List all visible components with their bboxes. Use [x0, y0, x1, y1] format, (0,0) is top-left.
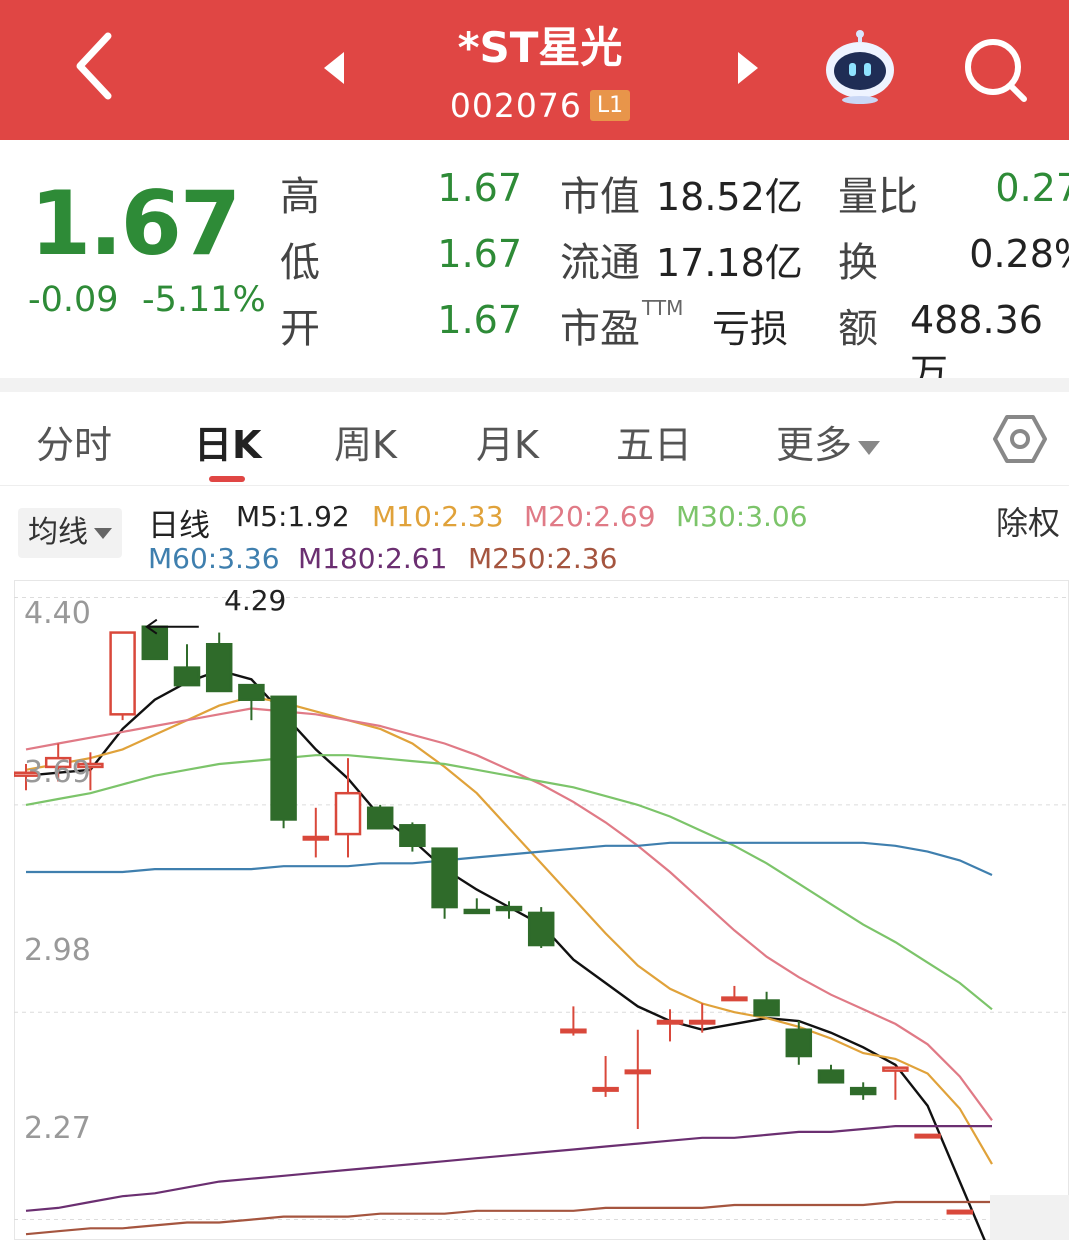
section-divider: [0, 378, 1069, 392]
candle-body: [817, 1069, 845, 1084]
candle-body: [334, 791, 362, 836]
pe-ttm-suffix: TTM: [642, 296, 684, 320]
candle-body: [946, 1209, 974, 1215]
candle-body: [914, 1133, 941, 1139]
open-value: 1.67: [437, 298, 522, 342]
candle-body: [656, 1019, 684, 1025]
candle-body: [560, 1028, 587, 1034]
high-value: 1.67: [437, 166, 522, 210]
candle-body: [527, 911, 555, 947]
ma-legend-m60: M60:3.36: [148, 542, 280, 575]
candle-body: [302, 835, 330, 841]
volume-ratio-label: 量比: [838, 174, 918, 220]
last-price: 1.67: [30, 172, 241, 275]
turnover-value: 0.28%: [969, 232, 1069, 276]
tab-five-day[interactable]: 五日: [616, 414, 692, 469]
y-tick-label: 3.69: [24, 755, 91, 790]
float-cap-label: 流通: [560, 240, 640, 286]
candle-body: [173, 666, 201, 687]
candle-body: [366, 806, 394, 830]
candle-body: [882, 1066, 909, 1072]
adjustment-toggle[interactable]: 除权: [996, 498, 1060, 544]
ma-dropdown[interactable]: 均线: [18, 508, 122, 558]
candle-body: [849, 1086, 877, 1096]
app-header: *ST星光 002076 L1: [0, 0, 1069, 140]
tab-weekly-k[interactable]: 周K: [334, 414, 397, 469]
candle-body: [592, 1086, 619, 1092]
tab-monthly-k[interactable]: 月K: [476, 414, 539, 469]
tab-daily-k[interactable]: 日K: [194, 414, 261, 469]
max-price-marker-label: 4.29: [224, 584, 287, 617]
ma-legend-m10: M10:2.33: [372, 500, 504, 533]
ma-line-m10: [25, 695, 993, 1165]
pe-value: 亏损: [712, 307, 789, 351]
amount-value: 488.36万: [910, 298, 1043, 378]
market-cap-value: 18.52亿: [656, 175, 803, 219]
price-change-percent: -5.11%: [142, 280, 266, 320]
ma-legend-m5: M5:1.92: [236, 500, 350, 533]
candle-body: [431, 847, 458, 909]
candle-body: [688, 1019, 716, 1025]
low-value: 1.67: [437, 232, 522, 276]
chart-corner-handle[interactable]: [990, 1195, 1069, 1240]
ma-line-m180: [25, 1124, 992, 1212]
level-badge: L1: [589, 90, 631, 121]
candle-body: [109, 631, 136, 716]
settings-hexagon-icon[interactable]: [993, 412, 1047, 466]
ma-line-m60: [26, 841, 993, 877]
volume-ratio-value: 0.27: [995, 166, 1069, 210]
market-cap-label: 市值: [560, 174, 640, 220]
ma-legend-m250: M250:2.36: [468, 542, 618, 575]
candle-body: [624, 1069, 652, 1075]
candle-body: [785, 1028, 813, 1058]
candle-body: [495, 905, 523, 912]
stock-code: 002076: [449, 86, 582, 125]
period-label: 日线: [148, 508, 210, 544]
float-cap-value: 17.18亿: [656, 241, 803, 285]
robot-assistant-icon[interactable]: [820, 26, 900, 106]
candle-body: [399, 824, 426, 848]
ma-line-m250: [25, 1200, 992, 1236]
quote-panel: 1.67 -0.09 -5.11% 高 1.67 低 1.67 开 1.67 市…: [0, 140, 1069, 378]
ma-line-m30: [25, 754, 993, 1011]
active-tab-indicator: [209, 476, 245, 482]
amount-label: 额: [838, 306, 878, 352]
high-label: 高: [280, 174, 320, 220]
tab-more-label: 更多: [776, 423, 853, 467]
y-tick-label: 4.40: [24, 596, 91, 631]
price-change: -0.09: [28, 280, 119, 320]
kline-chart[interactable]: 4.40 3.69 2.98 2.27 4.29: [14, 580, 1069, 1240]
pe-label-text: 市盈: [560, 306, 640, 352]
ma-legend: 均线 日线 M5:1.92 M10:2.33 M20:2.69 M30:3.06…: [0, 490, 1069, 580]
stock-name: *ST星光: [457, 23, 623, 72]
tab-intraday[interactable]: 分时: [36, 414, 112, 469]
candle-body: [463, 908, 491, 915]
candle-body: [205, 642, 233, 693]
ma-legend-m180: M180:2.61: [298, 542, 448, 575]
candle-body: [753, 999, 780, 1017]
candle-body: [238, 683, 265, 701]
y-tick-label: 2.98: [24, 933, 91, 968]
chevron-down-icon: [94, 528, 112, 539]
open-label: 开: [280, 306, 320, 352]
next-stock-icon[interactable]: [732, 48, 764, 88]
chevron-down-icon: [858, 440, 881, 455]
ma-legend-m20: M20:2.69: [524, 500, 656, 533]
candle-body: [270, 695, 297, 821]
ma-dropdown-label: 均线: [28, 515, 88, 550]
period-tabs: 分时 日K 周K 月K 五日 更多: [0, 392, 1069, 486]
y-tick-label: 2.27: [24, 1111, 91, 1146]
tab-more[interactable]: 更多: [776, 414, 881, 469]
turnover-label: 换: [838, 240, 878, 286]
pe-label: 市盈 TTM: [560, 296, 683, 354]
kline-chart-svg: [14, 580, 1069, 1240]
low-label: 低: [280, 240, 320, 286]
ma-legend-m30: M30:3.06: [676, 500, 808, 533]
search-icon[interactable]: [958, 30, 1038, 110]
candle-body: [721, 996, 748, 1002]
stock-code-row: 002076 L1: [0, 84, 1069, 125]
